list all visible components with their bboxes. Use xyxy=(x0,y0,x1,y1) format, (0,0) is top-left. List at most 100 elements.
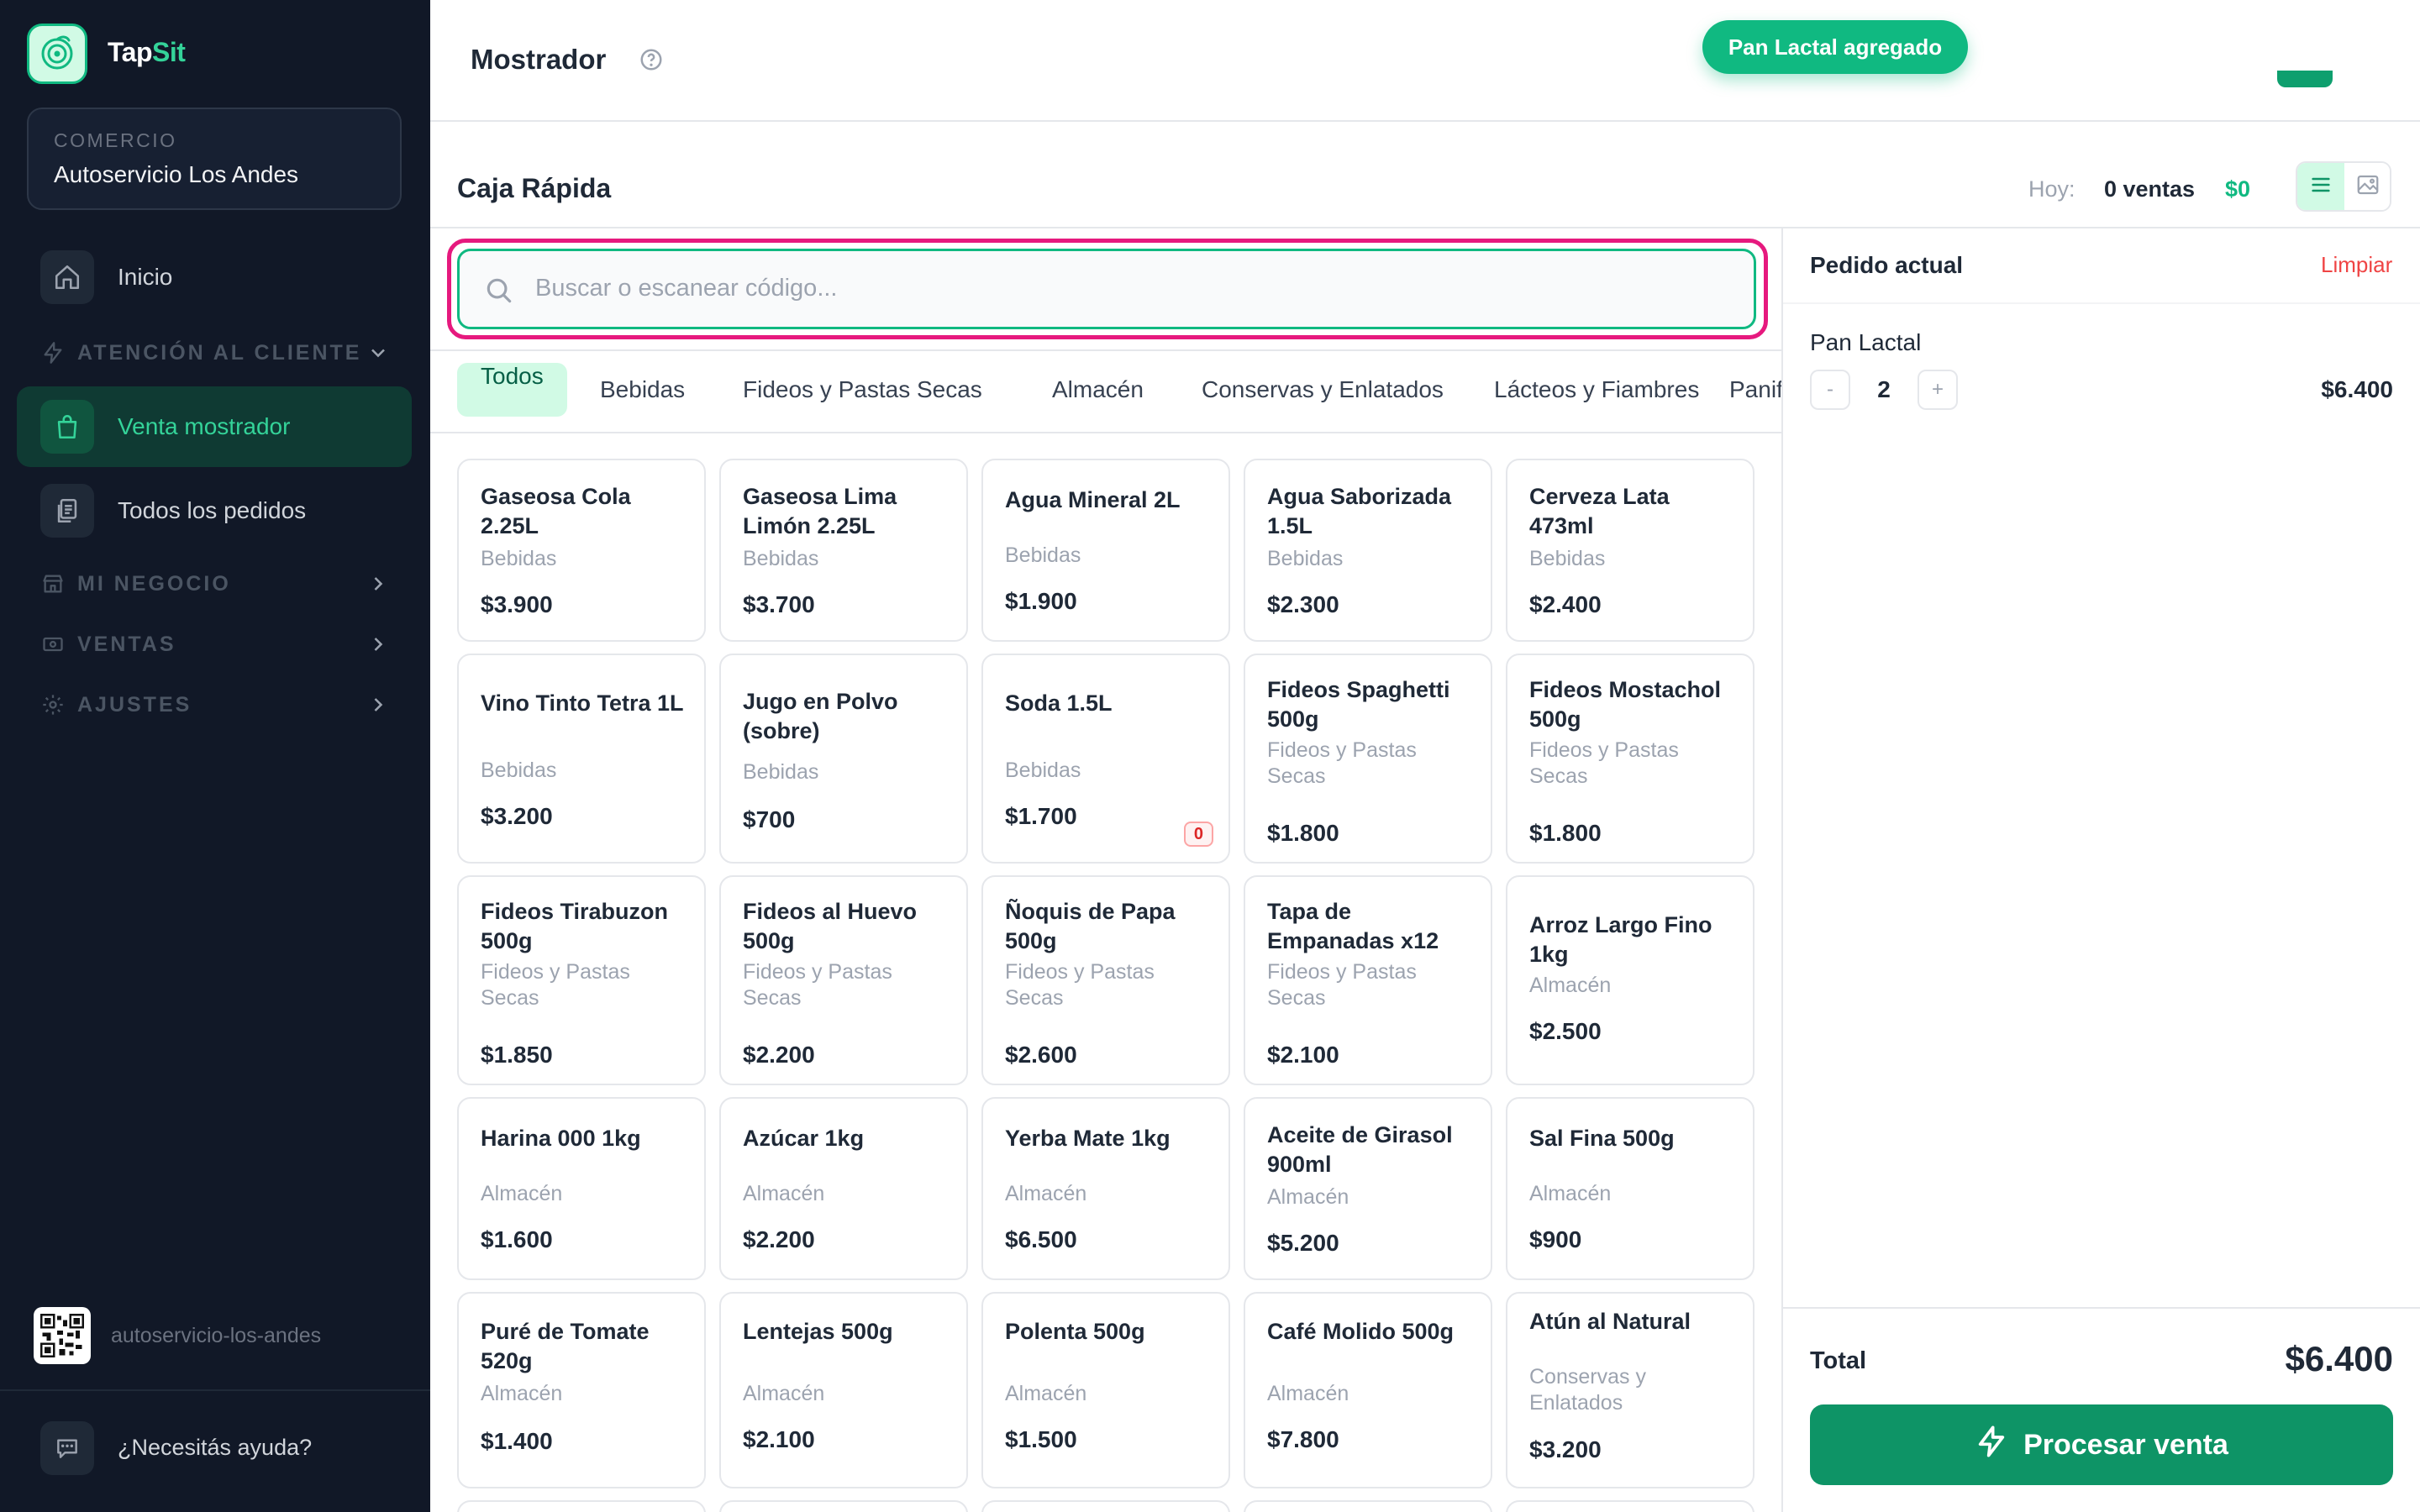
list-view-button[interactable] xyxy=(2297,163,2344,210)
product-category: Almacén xyxy=(1005,1382,1087,1405)
product-grid: Gaseosa Cola 2.25L Bebidas $3.900 Gaseos… xyxy=(457,459,1756,1512)
product-card[interactable]: Puré de Tomate 520g Almacén $1.400 xyxy=(457,1292,706,1488)
product-card[interactable]: Lentejas 500g Almacén $2.100 xyxy=(719,1292,968,1488)
product-name: Arroz Largo Fino 1kg xyxy=(1529,912,1712,967)
product-card[interactable]: Azúcar 1kg Almacén $2.200 xyxy=(719,1097,968,1280)
product-card[interactable]: Atún al Natural Conservas y Enlatados $3… xyxy=(1506,1292,1754,1488)
section-mi-negocio[interactable]: MI NEGOCIO xyxy=(40,567,393,601)
product-price: $3.200 xyxy=(481,803,553,829)
sidebar-item-label: Inicio xyxy=(118,264,173,290)
home-icon xyxy=(40,250,94,304)
page-title: Mostrador xyxy=(471,44,607,75)
section-ajustes[interactable]: AJUSTES xyxy=(40,688,393,722)
lightning-icon xyxy=(1975,1425,2023,1466)
product-card[interactable]: Café Molido 500g Almacén $7.800 xyxy=(1244,1292,1492,1488)
product-price: $6.500 xyxy=(1005,1226,1077,1252)
sidebar-item-venta-mostrador[interactable]: Venta mostrador xyxy=(17,386,412,467)
product-card[interactable]: Polenta 500g Almacén $1.500 xyxy=(981,1292,1230,1488)
product-card[interactable]: Aceite de Girasol 900ml Almacén $5.200 xyxy=(1244,1097,1492,1280)
product-name: Gaseosa Cola 2.25L xyxy=(481,484,631,538)
shopping-bag-icon xyxy=(40,400,94,454)
product-card[interactable]: Arroz Largo Fino 1kg Almacén $2.500 xyxy=(1506,875,1754,1085)
store-selector[interactable]: COMERCIO Autoservicio Los Andes xyxy=(27,108,402,210)
store-name: Autoservicio Los Andes xyxy=(54,161,299,187)
tab-almacen[interactable]: Almacén xyxy=(1028,363,1167,417)
product-card[interactable]: Sal Fina 500g Almacén $900 xyxy=(1506,1097,1754,1280)
product-card[interactable]: Gaseosa Cola 2.25L Bebidas $3.900 xyxy=(457,459,706,642)
process-sale-button[interactable]: Procesar venta xyxy=(1810,1404,2393,1485)
product-card[interactable]: Tapa de Empanadas x12 Fideos y Pastas Se… xyxy=(1244,875,1492,1085)
header-action-button[interactable] xyxy=(2277,71,2333,87)
tab-fideos-y-pastas-secas[interactable]: Fideos y Pastas Secas xyxy=(719,363,1006,417)
clear-order-button[interactable]: Limpiar xyxy=(2321,252,2392,278)
today-label: Hoy: xyxy=(2028,176,2075,202)
product-card[interactable] xyxy=(719,1500,968,1512)
tab-panificados[interactable]: Panificados xyxy=(1706,363,1781,417)
product-card[interactable] xyxy=(457,1500,706,1512)
tab-todos[interactable]: Todos xyxy=(457,363,567,417)
product-card[interactable]: Fideos Mostachol 500g Fideos y Pastas Se… xyxy=(1506,654,1754,864)
product-name: Jugo en Polvo (sobre) xyxy=(743,689,898,743)
help-link[interactable]: ¿Necesitás ayuda? xyxy=(118,1435,312,1461)
product-price: $1.600 xyxy=(481,1226,553,1252)
product-price: $900 xyxy=(1529,1226,1582,1252)
product-card[interactable]: Cerveza Lata 473ml Bebidas $2.400 xyxy=(1506,459,1754,642)
product-name: Café Molido 500g xyxy=(1267,1319,1455,1344)
help-circle-icon[interactable] xyxy=(639,47,664,72)
product-price: $700 xyxy=(743,806,796,832)
stock-badge: 0 xyxy=(1183,822,1213,847)
product-price: $2.100 xyxy=(1267,1042,1339,1068)
increase-quantity-button[interactable]: + xyxy=(1918,370,1958,410)
product-price: $1.850 xyxy=(481,1042,553,1068)
top-header: Mostrador xyxy=(430,0,2420,122)
product-card[interactable]: Jugo en Polvo (sobre) Bebidas $700 xyxy=(719,654,968,864)
product-price: $2.200 xyxy=(743,1226,815,1252)
product-price: $3.900 xyxy=(481,591,553,617)
product-card[interactable]: Fideos Tirabuzon 500g Fideos y Pastas Se… xyxy=(457,875,706,1085)
product-card[interactable]: Yerba Mate 1kg Almacén $6.500 xyxy=(981,1097,1230,1280)
section-ventas[interactable]: VENTAS xyxy=(40,627,393,661)
sidebar-item-todos-los-pedidos[interactable]: Todos los pedidos xyxy=(17,470,412,551)
product-card[interactable]: Harina 000 1kg Almacén $1.600 xyxy=(457,1097,706,1280)
qr-code-icon[interactable] xyxy=(34,1307,91,1364)
product-category: Bebidas xyxy=(1005,759,1081,782)
section-atencion-al-cliente[interactable]: ATENCIÓN AL CLIENTE xyxy=(40,336,393,370)
product-card[interactable] xyxy=(1506,1500,1754,1512)
product-card[interactable]: Agua Saborizada 1.5L Bebidas $2.300 xyxy=(1244,459,1492,642)
product-card[interactable]: Vino Tinto Tetra 1L Bebidas $3.200 xyxy=(457,654,706,864)
total-value: $6.400 xyxy=(2285,1339,2393,1378)
section-label: AJUSTES xyxy=(77,692,192,717)
clipboard-icon xyxy=(40,484,94,538)
product-category: Almacén xyxy=(1267,1185,1349,1209)
product-category: Bebidas xyxy=(743,760,819,784)
product-name: Fideos Tirabuzon 500g xyxy=(481,899,669,953)
divider xyxy=(430,349,1781,351)
product-card[interactable]: Ñoquis de Papa 500g Fideos y Pastas Seca… xyxy=(981,875,1230,1085)
product-card[interactable] xyxy=(1244,1500,1492,1512)
product-category: Fideos y Pastas Secas xyxy=(1267,738,1417,788)
grid-view-button[interactable] xyxy=(2344,163,2390,210)
product-card[interactable]: Fideos Spaghetti 500g Fideos y Pastas Se… xyxy=(1244,654,1492,864)
brand-name: TapSit xyxy=(108,37,186,67)
product-price: $5.200 xyxy=(1267,1230,1339,1256)
product-category: Almacén xyxy=(481,1382,563,1405)
product-card[interactable]: Soda 1.5L Bebidas $1.700 0 xyxy=(981,654,1230,864)
sidebar-item-inicio[interactable]: Inicio xyxy=(17,237,412,318)
product-category: Almacén xyxy=(1529,1182,1612,1205)
product-price: $2.600 xyxy=(1005,1042,1077,1068)
tab-lacteos-y-fiambres[interactable]: Lácteos y Fiambres xyxy=(1470,363,1723,417)
leaf-logo-icon[interactable] xyxy=(27,24,87,84)
product-card[interactable]: Gaseosa Lima Limón 2.25L Bebidas $3.700 xyxy=(719,459,968,642)
divider xyxy=(430,227,2420,228)
product-card[interactable]: Agua Mineral 2L Bebidas $1.900 xyxy=(981,459,1230,642)
product-card[interactable]: Fideos al Huevo 500g Fideos y Pastas Sec… xyxy=(719,875,968,1085)
divider xyxy=(0,1389,430,1391)
product-name: Fideos al Huevo 500g xyxy=(743,899,918,953)
tab-bebidas[interactable]: Bebidas xyxy=(576,363,708,417)
tab-conservas-y-enlatados[interactable]: Conservas y Enlatados xyxy=(1178,363,1467,417)
today-sales-count: 0 ventas xyxy=(2104,176,2196,202)
search-input[interactable]: Buscar o escanear código... xyxy=(457,249,1756,329)
decrease-quantity-button[interactable]: - xyxy=(1810,370,1850,410)
product-card[interactable] xyxy=(981,1500,1230,1512)
chat-icon[interactable] xyxy=(40,1421,94,1475)
